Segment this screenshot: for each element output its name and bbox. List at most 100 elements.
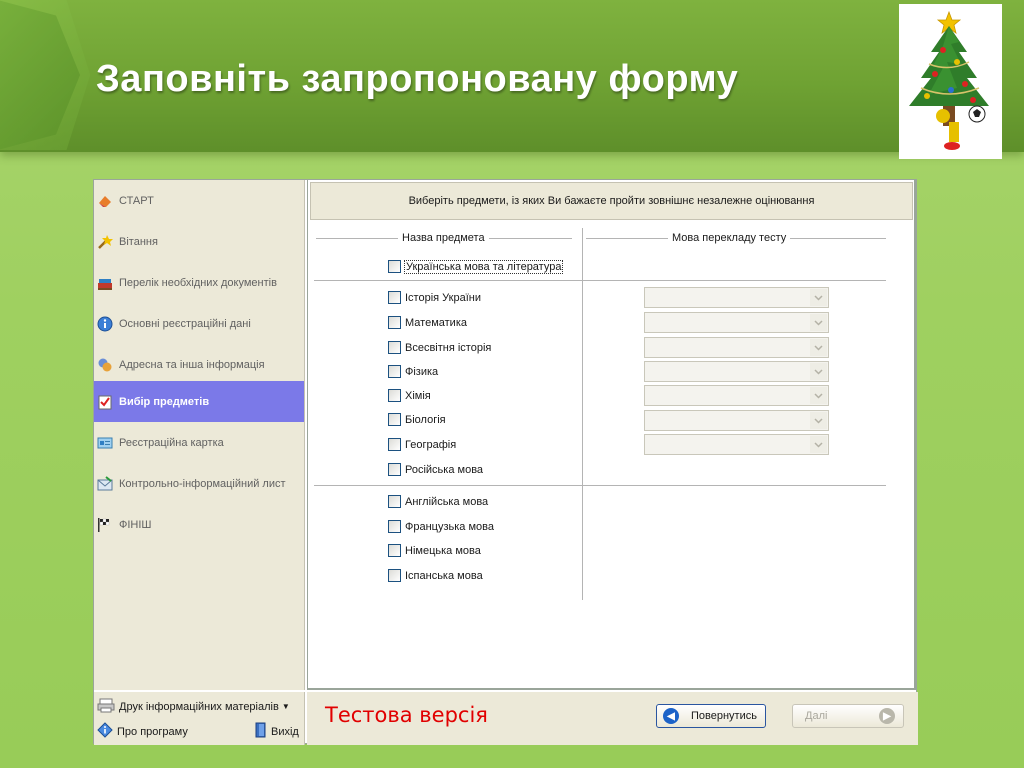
footer-bar: Тестова версія ◀ Повернутись Далі ▶ bbox=[307, 692, 918, 745]
sidebar-item-subjects[interactable]: Вибір предметів bbox=[94, 381, 304, 422]
subject-column-header: Назва предмета bbox=[398, 232, 489, 244]
subject-checkbox-german[interactable]: Німецька мова bbox=[388, 544, 481, 557]
language-select-biology[interactable] bbox=[644, 410, 829, 431]
checkbox-label: Хімія bbox=[405, 389, 431, 402]
language-select-chemistry[interactable] bbox=[644, 385, 829, 406]
column-divider bbox=[582, 228, 583, 600]
chevron-down-icon bbox=[810, 339, 827, 356]
chevron-down-icon bbox=[810, 314, 827, 331]
start-icon bbox=[97, 193, 113, 209]
checkbox-label: Англійська мова bbox=[405, 495, 489, 508]
checkbox[interactable] bbox=[388, 291, 401, 304]
chevron-down-icon bbox=[810, 412, 827, 429]
checkbox[interactable] bbox=[388, 316, 401, 329]
subject-checkbox-physics[interactable]: Фізика bbox=[388, 365, 438, 378]
checkbox-label: Іспанська мова bbox=[405, 569, 483, 582]
subject-checkbox-geography[interactable]: Географія bbox=[388, 438, 456, 451]
language-column-header: Мова перекладу тесту bbox=[668, 232, 791, 244]
exit-label: Вихід bbox=[271, 725, 299, 738]
group-separator bbox=[314, 280, 886, 281]
instruction-text: Виберіть предмети, із яких Ви бажаєте пр… bbox=[408, 195, 815, 207]
checkbox[interactable] bbox=[388, 365, 401, 378]
main-panel: Назва предмета Мова перекладу тесту Укра… bbox=[307, 180, 916, 690]
checkbox-label: Українська мова та література bbox=[403, 259, 564, 274]
checkbox[interactable] bbox=[388, 413, 401, 426]
chevron-down-icon bbox=[810, 289, 827, 306]
card-icon bbox=[97, 435, 113, 451]
print-materials-menu[interactable]: Друк інформаційних матеріалів ▼ bbox=[97, 697, 290, 716]
christmas-tree-image bbox=[899, 4, 1002, 159]
printer-icon bbox=[97, 697, 115, 716]
group-separator bbox=[314, 485, 886, 486]
checkbox-label: Французька мова bbox=[405, 520, 494, 533]
language-select-world-history[interactable] bbox=[644, 337, 829, 358]
checkbox[interactable] bbox=[388, 389, 401, 402]
checklist-icon bbox=[97, 394, 113, 410]
subject-checkbox-french[interactable]: Французька мова bbox=[388, 520, 494, 533]
exit-link[interactable]: Вихід bbox=[254, 722, 299, 741]
wizard-sidebar: СТАРТ Вітання Перелік необхідних докумен… bbox=[94, 180, 305, 690]
chevron-down-icon: ▼ bbox=[281, 702, 290, 711]
application-window: СТАРТ Вітання Перелік необхідних докумен… bbox=[93, 179, 918, 745]
checkbox[interactable] bbox=[388, 260, 401, 273]
books-icon bbox=[97, 275, 113, 291]
envelope-icon bbox=[97, 475, 113, 492]
checkbox-label: Біологія bbox=[405, 413, 446, 426]
next-button[interactable]: Далі ▶ bbox=[792, 704, 904, 728]
checkbox[interactable] bbox=[388, 495, 401, 508]
sidebar-footer: Друк інформаційних матеріалів ▼ Про прог… bbox=[94, 692, 305, 745]
checkbox[interactable] bbox=[388, 463, 401, 476]
checkbox[interactable] bbox=[388, 569, 401, 582]
language-select-physics[interactable] bbox=[644, 361, 829, 382]
info-icon bbox=[97, 316, 113, 332]
subject-checkbox-biology[interactable]: Біологія bbox=[388, 413, 446, 426]
language-select-geography[interactable] bbox=[644, 434, 829, 455]
finish-flag-icon bbox=[97, 517, 113, 533]
language-select-history-ukraine[interactable] bbox=[644, 287, 829, 308]
sidebar-item-start[interactable]: СТАРТ bbox=[94, 180, 304, 221]
sidebar-item-documents[interactable]: Перелік необхідних документів bbox=[94, 262, 304, 303]
subject-checkbox-ukrainian[interactable]: Українська мова та література bbox=[388, 259, 564, 274]
checkbox[interactable] bbox=[388, 438, 401, 451]
print-materials-label: Друк інформаційних матеріалів bbox=[119, 700, 279, 713]
subject-checkbox-math[interactable]: Математика bbox=[388, 316, 467, 329]
checkbox[interactable] bbox=[388, 520, 401, 533]
subject-checkbox-world-history[interactable]: Всесвітня історія bbox=[388, 341, 491, 354]
instruction-banner: Виберіть предмети, із яких Ви бажаєте пр… bbox=[310, 182, 913, 220]
back-button[interactable]: ◀ Повернутись bbox=[656, 704, 766, 728]
slide-header: Заповніть запропоновану форму bbox=[0, 0, 1024, 160]
sidebar-item-address[interactable]: Адресна та інша інформація bbox=[94, 344, 304, 385]
decorative-hexagon-highlight bbox=[0, 0, 91, 150]
sidebar-item-finish[interactable]: ФІНІШ bbox=[94, 504, 304, 545]
about-program-link[interactable]: Про програму bbox=[97, 722, 188, 741]
chevron-down-icon bbox=[810, 363, 827, 380]
checkbox-label: Фізика bbox=[405, 365, 439, 378]
door-exit-icon bbox=[254, 722, 268, 741]
chevron-down-icon bbox=[810, 436, 827, 453]
subject-checkbox-history-ukraine[interactable]: Історія України bbox=[388, 291, 481, 304]
sidebar-item-basic-data[interactable]: Основні реєстраційні дані bbox=[94, 303, 304, 344]
sidebar-item-label: Адресна та інша інформація bbox=[119, 358, 265, 371]
subject-checkbox-chemistry[interactable]: Хімія bbox=[388, 389, 431, 402]
sidebar-item-label: Контрольно-інформаційний лист bbox=[119, 477, 286, 490]
greeting-icon bbox=[97, 234, 113, 250]
subject-checkbox-english[interactable]: Англійська мова bbox=[388, 495, 488, 508]
address-icon bbox=[97, 357, 113, 373]
sidebar-item-label: Реєстраційна картка bbox=[119, 436, 224, 449]
language-select-math[interactable] bbox=[644, 312, 829, 333]
checkbox-label: Російська мова bbox=[405, 463, 484, 476]
sidebar-item-label: ФІНІШ bbox=[119, 518, 152, 531]
info-diamond-icon bbox=[97, 722, 113, 741]
sidebar-item-registration-card[interactable]: Реєстраційна картка bbox=[94, 422, 304, 463]
sidebar-item-control-sheet[interactable]: Контрольно-інформаційний лист bbox=[94, 463, 304, 504]
slide-title: Заповніть запропоновану форму bbox=[96, 58, 739, 100]
checkbox-label: Географія bbox=[405, 438, 457, 451]
sidebar-item-label: Основні реєстраційні дані bbox=[119, 317, 251, 330]
subject-checkbox-russian[interactable]: Російська мова bbox=[388, 463, 483, 476]
sidebar-item-greeting[interactable]: Вітання bbox=[94, 221, 304, 262]
checkbox[interactable] bbox=[388, 341, 401, 354]
checkbox[interactable] bbox=[388, 544, 401, 557]
sidebar-item-label: Перелік необхідних документів bbox=[119, 276, 277, 289]
subject-checkbox-spanish[interactable]: Іспанська мова bbox=[388, 569, 483, 582]
checkbox-label: Математика bbox=[405, 316, 467, 329]
